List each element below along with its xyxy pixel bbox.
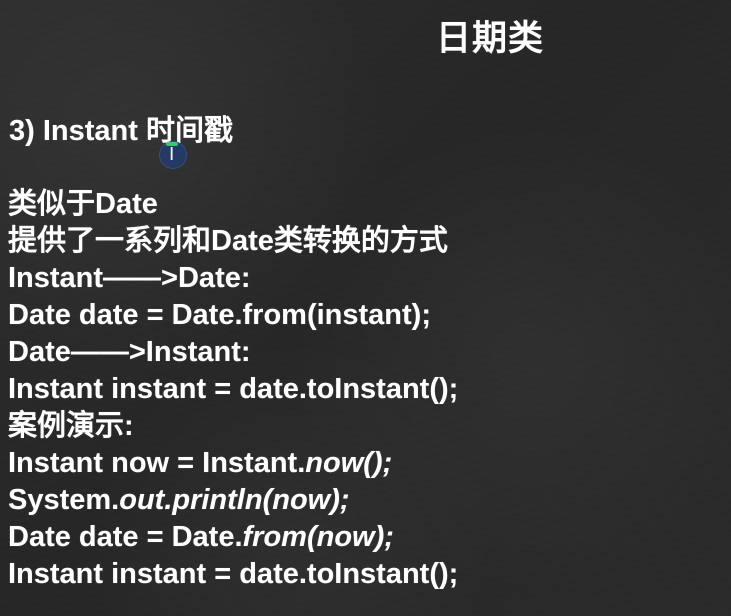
body-line-10: Date date = Date.from(now); — [8, 519, 723, 556]
body-line-5: Date——>Instant: — [8, 334, 723, 371]
body-line-6-text: Instant instant = date.toInstant(); — [8, 373, 459, 405]
body-line-4-text: Date date = Date.from(instant); — [8, 299, 431, 331]
section-heading: 3) Instant 时间戳 — [9, 115, 233, 147]
body-line-10-prefix: Date date = Date. — [8, 521, 243, 553]
body-line-7: 案例演示: — [8, 408, 723, 445]
body-line-5-text: Date——>Instant: — [8, 336, 251, 368]
slide-content: 日期类 3) Instant 时间戳 I 类似于Date 提供了一系列和Date… — [0, 0, 731, 616]
body-line-9: System.out.println(now); — [8, 482, 723, 519]
body-line-8: Instant now = Instant.now(); — [8, 445, 723, 482]
body-line-3: Instant——>Date: — [8, 260, 723, 297]
body-line-8-italic-part: now(); — [305, 447, 393, 479]
body-line-1-text: 类似于Date — [8, 188, 158, 220]
body-line-9-prefix: System. — [8, 484, 120, 516]
body-line-4: Date date = Date.from(instant); — [8, 297, 723, 334]
body-line-10-italic-part: from(now); — [242, 521, 394, 553]
body-line-9-italic-part: out.println(now); — [119, 484, 350, 516]
slide-body: 类似于Date 提供了一系列和Date类转换的方式 Instant——>Date… — [8, 186, 723, 593]
body-line-11-text: Instant instant = date.toInstant(); — [8, 558, 459, 590]
body-line-11: Instant instant = date.toInstant(); — [8, 556, 723, 593]
text-cursor-icon: I — [169, 144, 175, 165]
body-line-6: Instant instant = date.toInstant(); — [8, 371, 723, 408]
slide-page: { "slide": { "title": "日期类", "section_he… — [0, 0, 731, 616]
body-line-7-text: 案例演示: — [8, 410, 134, 442]
body-line-3-text: Instant——>Date: — [8, 262, 251, 294]
body-line-8-prefix: Instant now = Instant. — [8, 447, 306, 479]
body-line-2-text: 提供了一系列和Date类转换的方式 — [8, 225, 448, 257]
slide-title: 日期类 — [436, 19, 545, 58]
body-line-2: 提供了一系列和Date类转换的方式 — [8, 223, 723, 260]
body-line-1: 类似于Date — [8, 186, 723, 223]
